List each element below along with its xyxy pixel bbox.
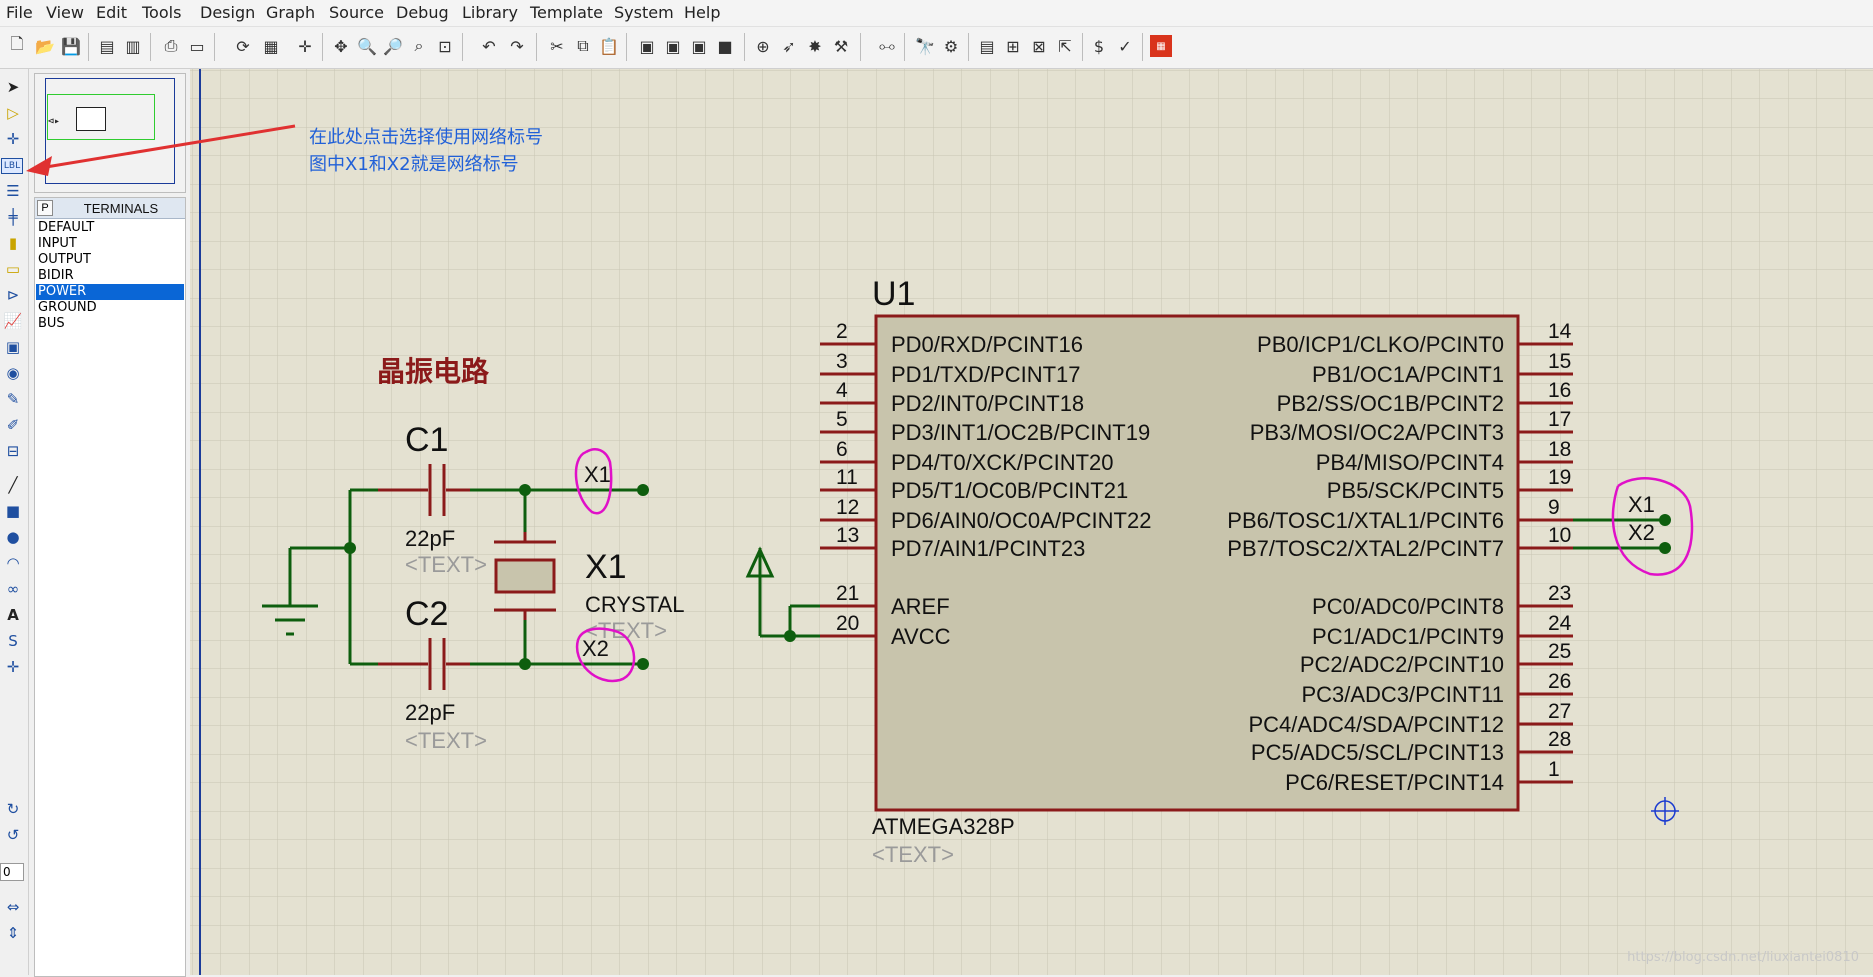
- pin-number: 16: [1548, 379, 1571, 402]
- c1-reference: C1: [405, 421, 448, 459]
- pin-number: 6: [836, 438, 848, 461]
- pin-name: PC0/ADC0/PCINT8: [1312, 594, 1504, 619]
- pin-number: 24: [1548, 612, 1572, 635]
- pin-number: 28: [1548, 728, 1571, 751]
- pin-name: AVCC: [891, 624, 951, 649]
- pin-name: PC6/RESET/PCINT14: [1285, 770, 1504, 795]
- c2-text-field: <TEXT>: [405, 728, 487, 753]
- pin-number: 14: [1548, 320, 1572, 343]
- pin-number: 13: [836, 524, 859, 547]
- pin-number: 9: [1548, 496, 1560, 519]
- pin-number: 19: [1548, 466, 1571, 489]
- pin-name: AREF: [891, 594, 950, 619]
- pin-number: 5: [836, 408, 848, 431]
- net-label-x1[interactable]: X1: [584, 462, 611, 487]
- pin-name: PD7/AIN1/PCINT23: [891, 536, 1085, 561]
- crystal-reference: X1: [585, 548, 627, 586]
- pin-name: PB1/OC1A/PCINT1: [1312, 362, 1504, 387]
- pin-name: PD1/TXD/PCINT17: [891, 362, 1081, 387]
- pin-number: 17: [1548, 408, 1571, 431]
- pin-name: PD6/AIN0/OC0A/PCINT22: [891, 508, 1151, 533]
- mcu-net-label-x1[interactable]: X1: [1628, 492, 1655, 517]
- mcu-net-label-x2[interactable]: X2: [1628, 520, 1655, 545]
- pin-name: PC3/ADC3/PCINT11: [1301, 682, 1504, 707]
- c1-text-field: <TEXT>: [405, 552, 487, 577]
- c2-reference: C2: [405, 595, 448, 633]
- crystal-value: CRYSTAL: [585, 592, 684, 617]
- pin-name: PB3/MOSI/OC2A/PCINT3: [1250, 420, 1504, 445]
- pin-name: PD5/T1/OC0B/PCINT21: [891, 478, 1128, 503]
- pin-name: PC4/ADC4/SDA/PCINT12: [1248, 712, 1504, 737]
- pin-name: PB5/SCK/PCINT5: [1327, 478, 1504, 503]
- pin-number: 4: [836, 379, 848, 402]
- pin-number: 1: [1548, 758, 1560, 781]
- annotation-note: 在此处点击选择使用网络标号 图中X1和X2就是网络标号: [309, 124, 543, 178]
- pin-number: 21: [836, 582, 859, 605]
- pin-name: PD3/INT1/OC2B/PCINT19: [891, 420, 1150, 445]
- pin-number: 12: [836, 496, 859, 519]
- pin-number: 23: [1548, 582, 1571, 605]
- pin-number: 15: [1548, 350, 1571, 373]
- pin-number: 20: [836, 612, 859, 635]
- pin-number: 11: [836, 466, 858, 489]
- pin-name: PB2/SS/OC1B/PCINT2: [1277, 391, 1504, 416]
- mcu-text-field: <TEXT>: [872, 842, 954, 867]
- pin-name: PC1/ADC1/PCINT9: [1312, 624, 1504, 649]
- pin-name: PB7/TOSC2/XTAL2/PCINT7: [1227, 536, 1504, 561]
- pin-name: PB0/ICP1/CLKO/PCINT0: [1257, 332, 1504, 357]
- net-label-x2[interactable]: X2: [582, 636, 609, 661]
- pin-number: 26: [1548, 670, 1571, 693]
- mcu-reference: U1: [872, 275, 915, 313]
- pin-number: 2: [836, 320, 848, 343]
- pin-name: PD0/RXD/PCINT16: [891, 332, 1083, 357]
- watermark: https://blog.csdn.net/liuxiantei0810: [1627, 950, 1859, 965]
- pin-number: 3: [836, 350, 848, 373]
- pin-name: PC5/ADC5/SCL/PCINT13: [1251, 740, 1504, 765]
- pin-number: 25: [1548, 640, 1571, 663]
- annotation-line-1: 在此处点击选择使用网络标号: [309, 127, 543, 148]
- pin-name: PC2/ADC2/PCINT10: [1300, 652, 1504, 677]
- pin-name: PB6/TOSC1/XTAL1/PCINT6: [1227, 508, 1504, 533]
- pin-name: PD2/INT0/PCINT18: [891, 391, 1084, 416]
- pin-number: 27: [1548, 700, 1571, 723]
- mcu-part-name: ATMEGA328P: [872, 814, 1015, 839]
- pin-number: 18: [1548, 438, 1571, 461]
- pin-number: 10: [1548, 524, 1571, 547]
- c1-value: 22pF: [405, 526, 455, 551]
- schematic-sheet: 晶振电路 C1 22pF <TEXT> C2 22pF <TEXT> X1 CR…: [26, 69, 1873, 975]
- circuit-heading: 晶振电路: [377, 355, 490, 388]
- pin-name: PD4/T0/XCK/PCINT20: [891, 450, 1114, 475]
- annotation-line-2: 图中X1和X2就是网络标号: [309, 154, 519, 175]
- pin-name: PB4/MISO/PCINT4: [1316, 450, 1504, 475]
- c2-value: 22pF: [405, 700, 455, 725]
